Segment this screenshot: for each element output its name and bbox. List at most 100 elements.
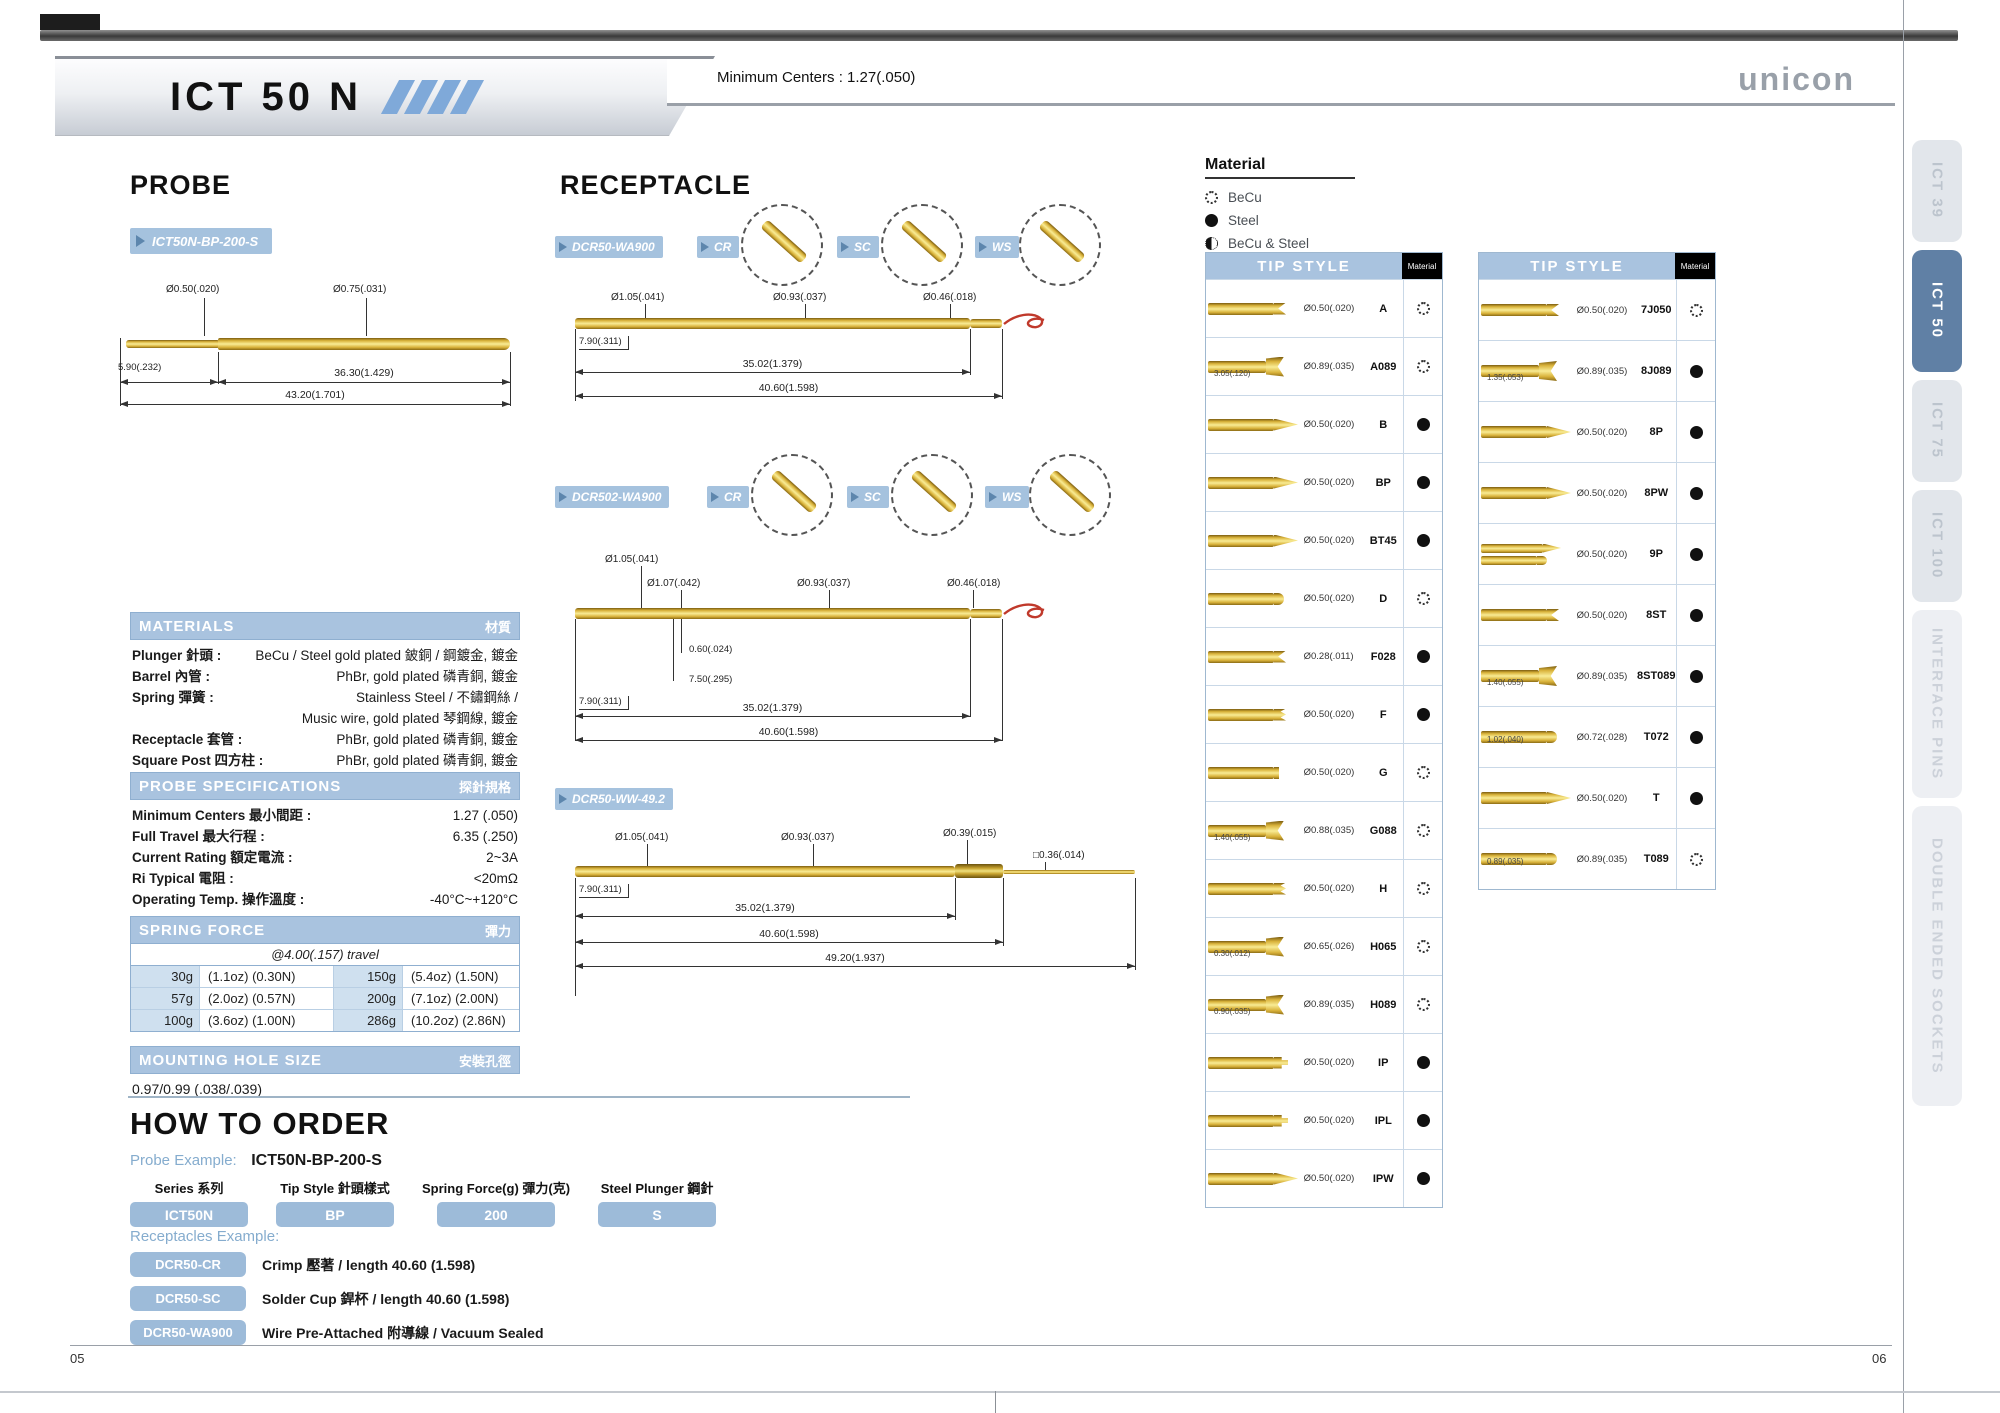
both-symbol-icon <box>1205 237 1218 250</box>
dim-label: 40.60(1.598) <box>575 928 1003 940</box>
spring-force-row: 57g (2.0oz) (0.57N) 200g (7.1oz) (2.00N) <box>131 988 519 1010</box>
tip-code: G <box>1363 767 1403 779</box>
tip-style-row-T089: 0.89(.035) Ø0.89(.035) T089 <box>1479 828 1715 889</box>
becu-symbol-icon <box>1205 191 1218 204</box>
detail-view-sc <box>881 204 963 286</box>
detail-view-cr <box>741 204 823 286</box>
material-legend-title: Material <box>1205 156 1355 179</box>
tip-code: H <box>1363 883 1403 895</box>
order-field-label: Series 系列 <box>155 1178 224 1197</box>
spring-force-title: SPRING FORCE <box>139 922 265 939</box>
steel-symbol-icon <box>1690 487 1703 500</box>
steel-symbol-icon <box>1417 1056 1430 1069</box>
dim-label: Ø0.39(.015) <box>943 828 996 839</box>
receptacle-example-chip: DCR50-WA900 <box>130 1320 246 1345</box>
steel-symbol-icon <box>1417 476 1430 489</box>
spec-row: Current Rating 額定電流 : 2~3A <box>132 848 518 869</box>
steel-symbol-icon <box>1690 426 1703 439</box>
tab-ict-100[interactable]: ICT 100 <box>1912 490 1962 602</box>
tip-sub-dim: 0.89(.035) <box>1487 857 1523 866</box>
material-cell <box>1676 402 1715 462</box>
probe-tip-graphic: 0.89(.035) <box>1479 853 1577 865</box>
tab-ict-39[interactable]: ICT 39 <box>1912 140 1962 242</box>
tip-style-header: TIP STYLE <box>1479 253 1675 279</box>
receptacle-part-number: DCR502-WA900 <box>572 490 661 504</box>
probe-tip-graphic: 1.40(.055) <box>1479 666 1577 686</box>
order-field-chip: 200 <box>437 1202 555 1227</box>
becu-symbol-icon <box>1417 302 1430 315</box>
probe-tip-graphic <box>1479 487 1577 499</box>
material-cell <box>1676 280 1715 340</box>
becu-symbol-icon <box>1690 304 1703 317</box>
probe-tip-graphic <box>1206 1115 1304 1127</box>
specs-title-zh: 探針規格 <box>459 777 511 796</box>
probe-tip-graphic <box>1206 709 1304 721</box>
receptacle-tube <box>575 608 970 619</box>
probe-tip-graphic <box>1206 883 1304 895</box>
material-cell <box>1676 829 1715 889</box>
material-cell <box>1676 768 1715 828</box>
probe-tip-graphic <box>1206 767 1304 779</box>
dim-label: 7.90(.311) <box>579 884 629 898</box>
tab-ict-50[interactable]: ICT 50 <box>1912 250 1962 372</box>
tip-diameter: Ø0.89(.035) <box>1304 361 1364 372</box>
legend-label: BeCu <box>1228 190 1262 205</box>
tip-diameter: Ø0.50(.020) <box>1577 427 1637 438</box>
receptacles-example-line: Receptacles Example: <box>130 1228 279 1246</box>
page-number-left: 05 <box>70 1351 84 1366</box>
material-cell <box>1403 1092 1442 1149</box>
spec-label: Current Rating 額定電流 : <box>132 848 293 869</box>
tip-code: H089 <box>1363 999 1403 1011</box>
tab-double-ended-sockets[interactable]: DOUBLE ENDED SOCKETS <box>1912 806 1962 1106</box>
becu-symbol-icon <box>1417 882 1430 895</box>
tip-code: 8J089 <box>1636 365 1676 377</box>
receptacle-tail <box>970 319 1002 328</box>
detail-view-ws <box>1019 204 1101 286</box>
material-legend: Material BeCu Steel BeCu & Steel <box>1205 156 1425 255</box>
mounting-title-zh: 安裝孔徑 <box>459 1051 511 1070</box>
receptacle-head <box>955 864 1003 878</box>
force-detail: (2.0oz) (0.57N) <box>200 988 334 1009</box>
material-cell <box>1676 646 1715 706</box>
tip-code: 8ST089 <box>1636 670 1676 682</box>
tip-diameter: Ø0.50(.020) <box>1304 1057 1364 1068</box>
spec-label: Minimum Centers 最小間距 : <box>132 806 311 827</box>
mounting-value: 0.97/0.99 (.038/.039) <box>130 1074 520 1104</box>
force-detail: (1.1oz) (0.30N) <box>200 966 334 987</box>
tip-style-row-BT45: Ø0.50(.020) BT45 <box>1206 511 1442 569</box>
order-field: Tip Style 針頭樣式 BP <box>276 1178 394 1227</box>
force-detail: (5.4oz) (1.50N) <box>403 966 519 987</box>
tip-code: 9P <box>1636 548 1676 560</box>
detail-view-sc <box>891 454 973 536</box>
receptacles-example-label: Receptacles Example: <box>130 1228 279 1245</box>
probe-barrel-diameter: Ø0.75(.031) <box>333 284 386 295</box>
steel-symbol-icon <box>1690 792 1703 805</box>
tab-ict-75[interactable]: ICT 75 <box>1912 380 1962 482</box>
tip-diameter: Ø0.50(.020) <box>1577 488 1637 499</box>
probe-heading: PROBE <box>130 170 231 201</box>
spec-row: Barrel 內管 : PhBr, gold plated 磷青銅, 鍍金 <box>132 667 518 688</box>
tab-interface-pins[interactable]: INTERFACE PINS <box>1912 610 1962 798</box>
steel-symbol-icon <box>1417 1114 1430 1127</box>
tip-style-row-A: Ø0.50(.020) A <box>1206 279 1442 337</box>
tip-code: A <box>1363 303 1403 315</box>
header: ICT 50 N Minimum Centers : 1.27(.050) un… <box>55 56 1895 132</box>
top-bar <box>40 30 1958 41</box>
tip-diameter: Ø0.50(.020) <box>1304 535 1364 546</box>
spec-row: Minimum Centers 最小間距 : 1.27 (.050) <box>132 806 518 827</box>
material-cell <box>1403 454 1442 511</box>
material-cell <box>1676 341 1715 401</box>
probe-tip-graphic <box>1206 419 1304 431</box>
spec-row: Plunger 針頭 : BeCu / Steel gold plated 鈹銅… <box>132 646 518 667</box>
tip-style-row-H089: 0.90(.035) Ø0.89(.035) H089 <box>1206 975 1442 1033</box>
probe-tip-graphic <box>1206 477 1304 489</box>
dim-label: Ø0.46(.018) <box>947 578 1000 589</box>
receptacle-part-number: DCR50-WA900 <box>572 240 655 254</box>
becu-symbol-icon <box>1417 824 1430 837</box>
tip-style-row-8ST089: 1.40(.055) Ø0.89(.035) 8ST089 <box>1479 645 1715 706</box>
spec-row: Square Post 四方柱 : PhBr, gold plated 磷青銅,… <box>132 751 518 772</box>
tip-code: 8PW <box>1636 487 1676 499</box>
spec-label: Ri Typical 電阻 : <box>132 869 234 890</box>
steel-symbol-icon <box>1417 708 1430 721</box>
order-field: Series 系列 ICT50N <box>130 1178 248 1227</box>
